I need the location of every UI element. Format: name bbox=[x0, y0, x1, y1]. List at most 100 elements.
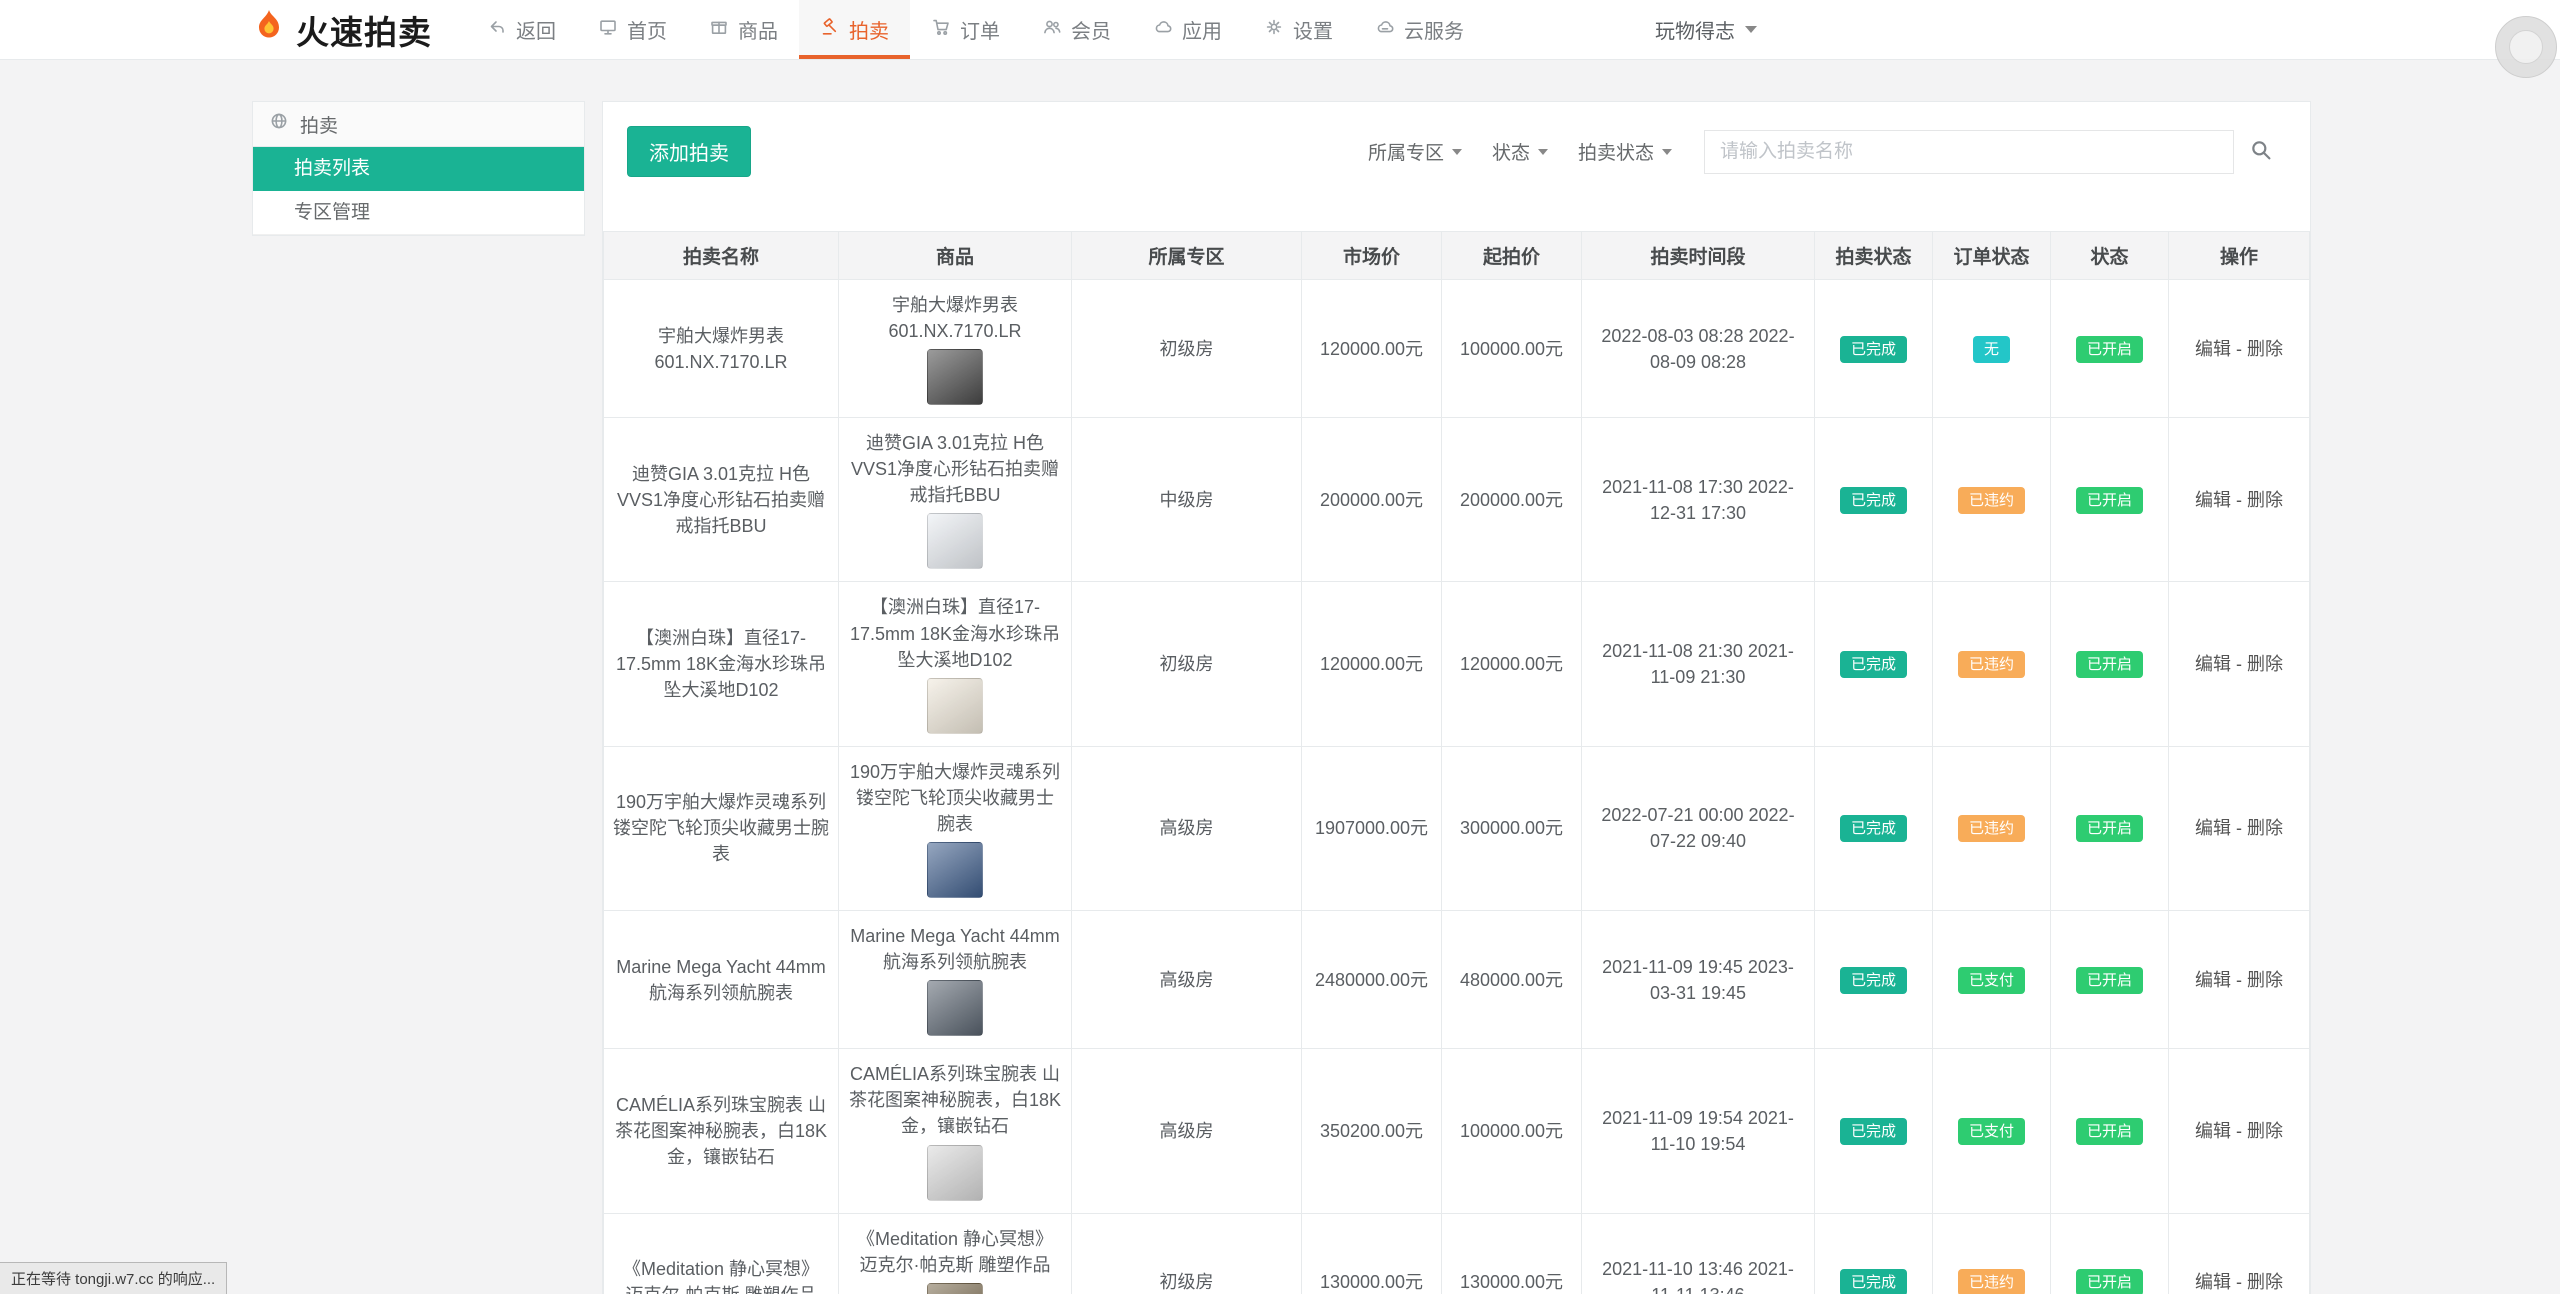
product-name: Marine Mega Yacht 44mm 航海系列领航腕表 bbox=[848, 923, 1062, 975]
brand[interactable]: 火速拍卖 bbox=[252, 0, 432, 59]
edit-link[interactable]: 编辑 bbox=[2195, 1272, 2231, 1292]
zone-cell: 高级房 bbox=[1072, 1049, 1302, 1213]
column-header-market-price: 市场价 bbox=[1302, 232, 1442, 280]
nav-item-home[interactable]: 首页 bbox=[577, 0, 688, 59]
auction-name-cell: 宇舶大爆炸男表 601.NX.7170.LR bbox=[604, 280, 839, 418]
service-float-inner bbox=[2509, 30, 2543, 64]
auction-status-cell: 已完成 bbox=[1815, 418, 1933, 582]
nav-item-settings[interactable]: 设置 bbox=[1243, 0, 1354, 59]
action-separator: - bbox=[2231, 1272, 2247, 1292]
action-separator: - bbox=[2231, 818, 2247, 838]
state-cell: 已开启 bbox=[2051, 280, 2169, 418]
nav-label: 商品 bbox=[738, 15, 778, 44]
auction-status-cell: 已完成 bbox=[1815, 582, 1933, 746]
market-price-cell: 120000.00元 bbox=[1302, 280, 1442, 418]
period-cell: 2021-11-09 19:54 2021-11-10 19:54 bbox=[1582, 1049, 1815, 1213]
actions-cell: 编辑 - 删除 bbox=[2169, 911, 2310, 1049]
browser-status-text: 正在等待 tongji.w7.cc 的响应... bbox=[0, 1262, 227, 1294]
globe-icon bbox=[269, 111, 289, 137]
edit-link[interactable]: 编辑 bbox=[2195, 654, 2231, 674]
product-name: 迪赞GIA 3.01克拉 H色 VVS1净度心形钻石拍卖赠戒指托BBU bbox=[848, 430, 1062, 508]
state-cell: 已开启 bbox=[2051, 746, 2169, 910]
market-price-cell: 1907000.00元 bbox=[1302, 746, 1442, 910]
edit-link[interactable]: 编辑 bbox=[2195, 490, 2231, 510]
table-row: 《Meditation 静心冥想》 迈克尔·帕克斯 雕塑作品《Meditatio… bbox=[604, 1213, 2310, 1294]
status-badge: 已违约 bbox=[1958, 1269, 2025, 1294]
auction-icon bbox=[820, 17, 840, 43]
auction-status-cell: 已完成 bbox=[1815, 1213, 1933, 1294]
state-cell: 已开启 bbox=[2051, 1049, 2169, 1213]
back-icon bbox=[487, 17, 507, 43]
chevron-down-icon bbox=[1452, 149, 1462, 155]
nav-item-members[interactable]: 会员 bbox=[1021, 0, 1132, 59]
product-image bbox=[927, 513, 983, 569]
auction-name-cell: CAMÉLIA系列珠宝腕表 山茶花图案神秘腕表，白18K金，镶嵌钻石 bbox=[604, 1049, 839, 1213]
filter-auction-status[interactable]: 拍卖状态 bbox=[1578, 138, 1672, 165]
home-icon bbox=[598, 17, 618, 43]
edit-link[interactable]: 编辑 bbox=[2195, 818, 2231, 838]
delete-link[interactable]: 删除 bbox=[2247, 490, 2283, 510]
filter-zone[interactable]: 所属专区 bbox=[1368, 138, 1462, 165]
nav-item-cloud[interactable]: 云服务 bbox=[1354, 0, 1485, 59]
auction-table: 拍卖名称 商品 所属专区 市场价 起拍价 拍卖时间段 拍卖状态 订单状态 状态 … bbox=[603, 231, 2310, 1294]
start-price-cell: 300000.00元 bbox=[1442, 746, 1582, 910]
chevron-down-icon bbox=[1662, 149, 1672, 155]
edit-link[interactable]: 编辑 bbox=[2195, 1121, 2231, 1141]
search-input[interactable] bbox=[1704, 130, 2234, 174]
period-cell: 2021-11-08 17:30 2022-12-31 17:30 bbox=[1582, 418, 1815, 582]
edit-link[interactable]: 编辑 bbox=[2195, 970, 2231, 990]
column-header-state: 状态 bbox=[2051, 232, 2169, 280]
filter-label: 状态 bbox=[1492, 138, 1530, 165]
cloud-icon bbox=[1375, 17, 1395, 43]
auction-table-body: 宇舶大爆炸男表 601.NX.7170.LR宇舶大爆炸男表 601.NX.717… bbox=[604, 280, 2310, 1294]
delete-link[interactable]: 删除 bbox=[2247, 1272, 2283, 1292]
delete-link[interactable]: 删除 bbox=[2247, 339, 2283, 359]
sidebar-item-zone-management[interactable]: 专区管理 bbox=[253, 191, 584, 235]
action-separator: - bbox=[2231, 654, 2247, 674]
nav-item-back[interactable]: 返回 bbox=[466, 0, 577, 59]
start-price-cell: 100000.00元 bbox=[1442, 280, 1582, 418]
delete-link[interactable]: 删除 bbox=[2247, 1121, 2283, 1141]
page-container: 拍卖 拍卖列表 专区管理 添加拍卖 所属专区 状态 拍卖状态 bbox=[252, 101, 2308, 1294]
search-button[interactable] bbox=[2236, 130, 2286, 174]
status-badge: 已完成 bbox=[1840, 487, 1907, 514]
state-cell: 已开启 bbox=[2051, 1213, 2169, 1294]
period-cell: 2022-07-21 00:00 2022-07-22 09:40 bbox=[1582, 746, 1815, 910]
market-price-cell: 350200.00元 bbox=[1302, 1049, 1442, 1213]
orders-icon bbox=[931, 17, 951, 43]
account-dropdown[interactable]: 玩物得志 bbox=[1655, 0, 1757, 59]
delete-link[interactable]: 删除 bbox=[2247, 654, 2283, 674]
zone-cell: 初级房 bbox=[1072, 280, 1302, 418]
nav-item-apps[interactable]: 应用 bbox=[1132, 0, 1243, 59]
auction-name-cell: Marine Mega Yacht 44mm 航海系列领航腕表 bbox=[604, 911, 839, 1049]
nav-item-goods[interactable]: 商品 bbox=[688, 0, 799, 59]
sidebar-item-label: 拍卖列表 bbox=[294, 158, 370, 179]
service-float-icon[interactable] bbox=[2495, 16, 2557, 78]
status-badge: 已支付 bbox=[1958, 1118, 2025, 1145]
add-auction-button[interactable]: 添加拍卖 bbox=[627, 126, 751, 177]
order-status-cell: 已违约 bbox=[1933, 1213, 2051, 1294]
nav-item-auction[interactable]: 拍卖 bbox=[799, 0, 910, 59]
zone-cell: 中级房 bbox=[1072, 418, 1302, 582]
flame-logo-icon bbox=[252, 8, 286, 51]
filter-bar: 所属专区 状态 拍卖状态 bbox=[1368, 130, 2286, 174]
table-row: Marine Mega Yacht 44mm 航海系列领航腕表Marine Me… bbox=[604, 911, 2310, 1049]
column-header-period: 拍卖时间段 bbox=[1582, 232, 1815, 280]
sidebar-item-auction-list[interactable]: 拍卖列表 bbox=[253, 147, 584, 191]
column-header-actions: 操作 bbox=[2169, 232, 2310, 280]
status-badge: 已支付 bbox=[1958, 967, 2025, 994]
edit-link[interactable]: 编辑 bbox=[2195, 339, 2231, 359]
delete-link[interactable]: 删除 bbox=[2247, 970, 2283, 990]
table-row: CAMÉLIA系列珠宝腕表 山茶花图案神秘腕表，白18K金，镶嵌钻石CAMÉLI… bbox=[604, 1049, 2310, 1213]
column-header-zone: 所属专区 bbox=[1072, 232, 1302, 280]
nav-label: 应用 bbox=[1182, 15, 1222, 44]
filter-state[interactable]: 状态 bbox=[1492, 138, 1548, 165]
members-icon bbox=[1042, 17, 1062, 43]
filter-label: 拍卖状态 bbox=[1578, 138, 1654, 165]
status-badge: 已违约 bbox=[1958, 815, 2025, 842]
delete-link[interactable]: 删除 bbox=[2247, 818, 2283, 838]
status-badge: 已完成 bbox=[1840, 967, 1907, 994]
nav-label: 云服务 bbox=[1404, 15, 1464, 44]
nav-item-orders[interactable]: 订单 bbox=[910, 0, 1021, 59]
product-name: CAMÉLIA系列珠宝腕表 山茶花图案神秘腕表，白18K金，镶嵌钻石 bbox=[848, 1061, 1062, 1139]
